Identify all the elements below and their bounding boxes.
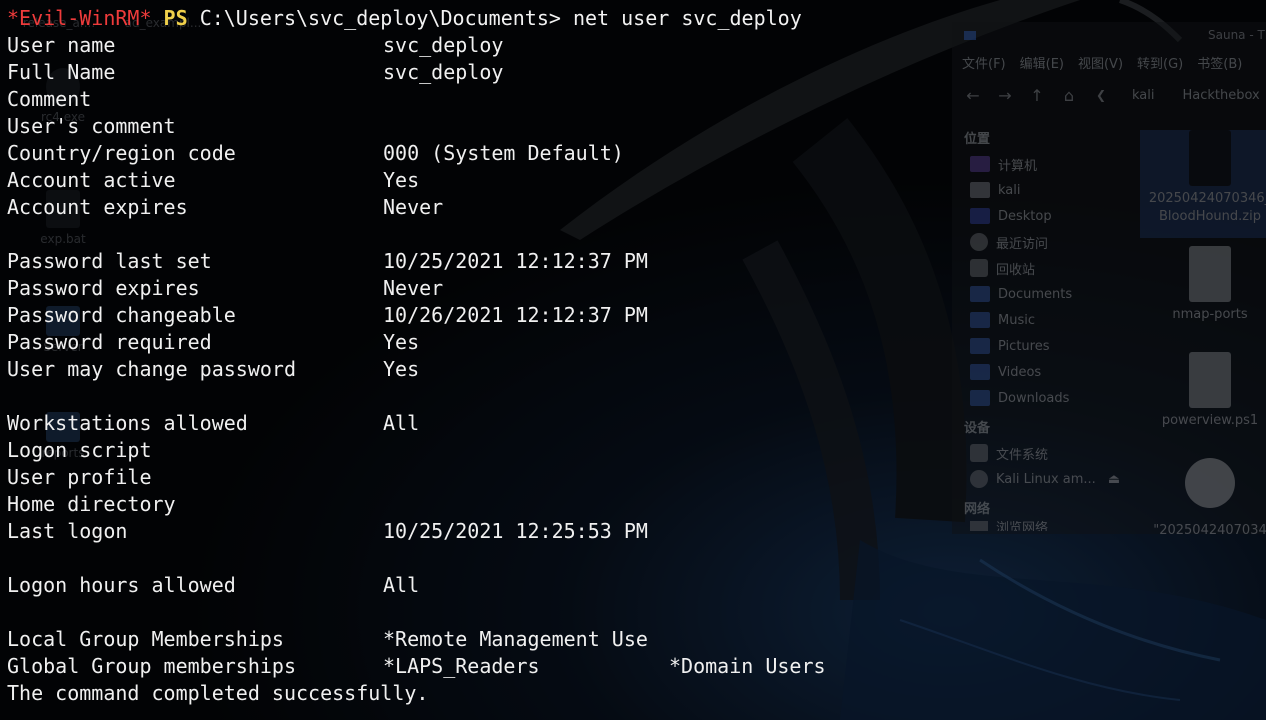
- command-prompt-line: *Evil-WinRM* PS C:\Users\svc_deploy\Docu…: [7, 5, 802, 32]
- output-key: Password changeable: [7, 303, 236, 327]
- output-row-password-expires: Password expires Never: [7, 275, 1257, 302]
- output-key: Account expires: [7, 195, 188, 219]
- output-row-users-comment: User's comment: [7, 113, 1257, 140]
- output-key: Local Group Memberships: [7, 627, 284, 651]
- output-row-account-active: Account active Yes: [7, 167, 1257, 194]
- command-text: net user svc_deploy: [572, 6, 802, 30]
- output-row-user-name: User name svc_deploy: [7, 32, 1257, 59]
- output-row-logon-hours-allowed: Logon hours allowed All: [7, 572, 1257, 599]
- output-value: 10/26/2021 12:12:37 PM: [383, 303, 648, 327]
- output-value: svc_deploy: [383, 60, 504, 84]
- output-row-user-profile: User profile: [7, 464, 1257, 491]
- output-value: All: [383, 411, 420, 435]
- output-key: User name: [7, 33, 116, 57]
- output-key: Password last set: [7, 249, 212, 273]
- output-key: Global Group memberships: [7, 654, 296, 678]
- output-key: Comment: [7, 87, 92, 111]
- output-key: Last logon: [7, 519, 128, 543]
- output-row-password-last-set: Password last set 10/25/2021 12:12:37 PM: [7, 248, 1257, 275]
- output-row-comment: Comment: [7, 86, 1257, 113]
- output-key: Workstations allowed: [7, 411, 248, 435]
- output-row-last-logon: Last logon 10/25/2021 12:25:53 PM: [7, 518, 1257, 545]
- output-value: 10/25/2021 12:12:37 PM: [383, 249, 648, 273]
- output-key: Country/region code: [7, 141, 236, 165]
- output-value: *LAPS_Readers: [383, 654, 540, 678]
- terminal-window[interactable]: *Evil-WinRM* PS C:\Users\svc_deploy\Docu…: [0, 0, 1266, 720]
- output-key: User's comment: [7, 114, 176, 138]
- output-value: Yes: [383, 357, 420, 381]
- output-row-user-may-change-password: User may change password Yes: [7, 356, 1257, 383]
- command-output: User name svc_deploy Full Name svc_deploy …: [7, 32, 1257, 707]
- output-row-country-code: Country/region code 000 (System Default): [7, 140, 1257, 167]
- output-row-home-directory: Home directory: [7, 491, 1257, 518]
- output-value: All: [383, 573, 420, 597]
- command-completion-message: The command completed successfully.: [7, 680, 1257, 707]
- output-value: Yes: [383, 330, 420, 354]
- output-key: Logon script: [7, 438, 152, 462]
- output-row-logon-script: Logon script: [7, 437, 1257, 464]
- completion-text: The command completed successfully.: [7, 681, 429, 705]
- output-row-account-expires: Account expires Never: [7, 194, 1257, 221]
- output-row-password-required: Password required Yes: [7, 329, 1257, 356]
- output-row-full-name: Full Name svc_deploy: [7, 59, 1257, 86]
- output-value: *Remote Management Use: [383, 627, 648, 651]
- output-value: Yes: [383, 168, 420, 192]
- output-row-local-group-memberships: Local Group Memberships *Remote Managemen…: [7, 626, 1257, 653]
- output-key: Password expires: [7, 276, 200, 300]
- output-value: svc_deploy: [383, 33, 504, 57]
- output-key: Home directory: [7, 492, 176, 516]
- output-key: Logon hours allowed: [7, 573, 236, 597]
- output-value: Never: [383, 276, 444, 300]
- output-value: Never: [383, 195, 444, 219]
- output-key: Full Name: [7, 60, 116, 84]
- output-key: User profile: [7, 465, 152, 489]
- output-value: 10/25/2021 12:25:53 PM: [383, 519, 648, 543]
- output-value-second: *Domain Users: [669, 654, 826, 678]
- prompt-path: C:\Users\svc_deploy\Documents>: [199, 6, 561, 30]
- output-key: Password required: [7, 330, 212, 354]
- evil-winrm-tag: *Evil-WinRM*: [7, 6, 152, 30]
- output-key: Account active: [7, 168, 176, 192]
- output-key: User may change password: [7, 357, 296, 381]
- output-row-password-changeable: Password changeable 10/26/2021 12:12:37 P…: [7, 302, 1257, 329]
- ps-tag: PS: [163, 6, 188, 30]
- output-value: 000 (System Default): [383, 141, 624, 165]
- output-row-global-group-memberships: Global Group memberships *LAPS_Readers *Do…: [7, 653, 1257, 680]
- output-row-workstations-allowed: Workstations allowed All: [7, 410, 1257, 437]
